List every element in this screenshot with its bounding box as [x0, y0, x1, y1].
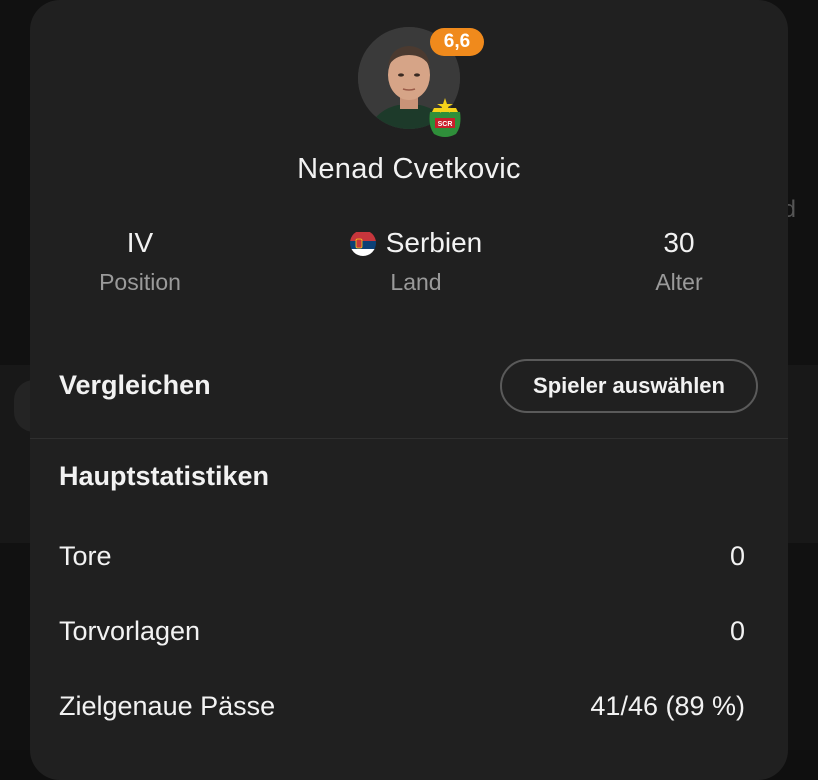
club-crest-icon: SCR: [426, 96, 464, 140]
select-player-button[interactable]: Spieler auswählen: [500, 359, 758, 413]
section-divider: [30, 438, 788, 439]
stat-value: 0: [729, 615, 745, 646]
compare-section: Vergleichen Spieler auswählen: [30, 359, 788, 415]
stat-row-accurate-passes: Zielgenaue Pässe 41/46 (89 %): [59, 686, 745, 726]
age-label: Alter: [655, 269, 703, 295]
stat-label: Tore: [59, 540, 112, 571]
main-stats-title: Hauptstatistiken: [59, 461, 270, 491]
stat-value: 0: [729, 540, 745, 571]
stat-row-goals: Tore 0: [59, 536, 745, 576]
position-value-text: IV: [126, 227, 154, 258]
country-value-text: Serbien: [385, 227, 483, 258]
position-label: Position: [99, 269, 181, 295]
country-label: Land: [390, 269, 442, 295]
compare-title: Vergleichen: [59, 370, 211, 400]
age-value: 30: [569, 224, 789, 262]
player-name: Nenad Cvetkovic: [297, 153, 521, 185]
stat-value: 41/46 (89 %): [590, 690, 745, 721]
stat-row-assists: Torvorlagen 0: [59, 611, 745, 651]
position-value: IV: [30, 224, 250, 262]
player-bottom-sheet: 6,6 SCR Nenad Cvetkovic IV Position Serb…: [30, 0, 788, 780]
stat-label: Zielgenaue Pässe: [59, 690, 276, 721]
info-age: 30 Alter: [569, 224, 789, 296]
stat-label: Torvorlagen: [59, 615, 201, 646]
player-rating-badge: 6,6: [430, 28, 484, 56]
age-value-text: 30: [663, 227, 695, 258]
info-position: IV Position: [30, 224, 250, 296]
info-country: Serbien Land: [306, 224, 526, 296]
serbia-flag-icon: [349, 230, 376, 256]
club-crest-text: SCR: [438, 121, 453, 128]
country-value: Serbien: [306, 224, 526, 262]
